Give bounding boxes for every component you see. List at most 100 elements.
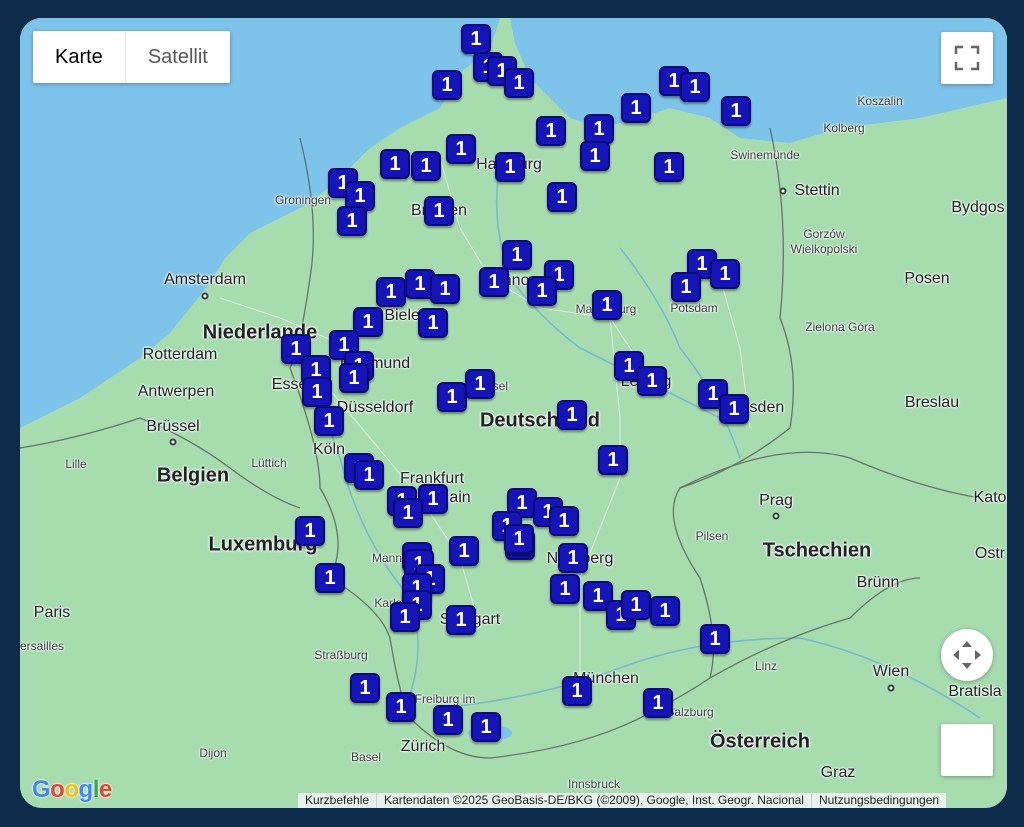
map-marker[interactable]: 1 xyxy=(550,574,580,604)
label-wielkopolski: Wielkopolski xyxy=(790,242,858,256)
map-marker[interactable]: 1 xyxy=(549,506,579,536)
map-marker[interactable]: 1 xyxy=(446,134,476,164)
map-marker[interactable]: 1 xyxy=(719,394,749,424)
map-marker[interactable]: 1 xyxy=(386,692,416,722)
label-tschechien: Tschechien xyxy=(762,539,872,562)
map-marker[interactable]: 1 xyxy=(592,290,622,320)
label-antwerpen: Antwerpen xyxy=(137,383,215,400)
map-marker[interactable]: 1 xyxy=(430,274,460,304)
map-marker[interactable]: 1 xyxy=(504,524,534,554)
map-marker[interactable]: 1 xyxy=(621,590,651,620)
map-marker[interactable]: 1 xyxy=(471,712,501,742)
map-marker[interactable]: 1 xyxy=(562,676,592,706)
map-marker[interactable]: 1 xyxy=(337,206,367,236)
map-marker[interactable]: 1 xyxy=(315,563,345,593)
label-lille: Lille xyxy=(65,457,87,471)
label-swinemuende: Swinemünde xyxy=(730,148,800,162)
label-strassburg: Straßburg xyxy=(314,648,368,662)
map-marker[interactable]: 1 xyxy=(411,151,441,181)
map-marker[interactable]: 1 xyxy=(527,276,557,306)
map-marker[interactable]: 1 xyxy=(621,93,651,123)
map-marker[interactable]: 1 xyxy=(314,406,344,436)
city-dot xyxy=(201,292,209,300)
label-zielona: Zielona Góra xyxy=(805,320,875,334)
map-marker[interactable]: 1 xyxy=(393,498,423,528)
map-marker[interactable]: 1 xyxy=(446,605,476,635)
city-dot xyxy=(887,684,895,692)
label-stettin: Stettin xyxy=(794,182,840,199)
label-belgien: Belgien xyxy=(156,464,230,487)
label-freiburg: Freiburg im xyxy=(414,692,476,706)
label-bruessel: Brüssel xyxy=(146,418,200,435)
city-dot xyxy=(169,438,177,446)
label-luettich: Lüttich xyxy=(251,456,287,470)
label-gorzow: Gorzów xyxy=(803,227,845,241)
map-marker[interactable]: 1 xyxy=(465,369,495,399)
map-marker[interactable]: 1 xyxy=(547,182,577,212)
map-marker[interactable]: 1 xyxy=(580,141,610,171)
label-dijon: Dijon xyxy=(199,746,227,760)
map-marker[interactable]: 1 xyxy=(710,259,740,289)
map-type-satellite-button[interactable]: Satellit xyxy=(124,31,230,83)
label-linz: Linz xyxy=(754,659,778,673)
map-marker[interactable]: 1 xyxy=(433,705,463,735)
map-marker[interactable]: 1 xyxy=(700,624,730,654)
map-marker[interactable]: 1 xyxy=(637,366,667,396)
map-frame[interactable]: Niederlande Belgien Luxemburg Deutschlan… xyxy=(20,18,1007,808)
label-basel: Basel xyxy=(350,750,382,764)
map-marker[interactable]: 1 xyxy=(295,516,325,546)
label-pilsen: Pilsen xyxy=(695,529,729,543)
terms-link[interactable]: Nutzungsbedingungen xyxy=(810,793,946,808)
label-bruenn: Brünn xyxy=(856,574,900,591)
map-marker[interactable]: 1 xyxy=(584,114,614,144)
map-marker[interactable]: 1 xyxy=(479,267,509,297)
camera-control-button[interactable] xyxy=(941,629,993,681)
map-marker[interactable]: 1 xyxy=(643,688,673,718)
map-marker[interactable]: 1 xyxy=(671,272,701,302)
map-marker[interactable]: 1 xyxy=(557,400,587,430)
label-bydgoszcz: Bydgos xyxy=(951,199,1005,216)
label-innsbruck: Innsbruck xyxy=(567,777,621,791)
map-marker[interactable]: 1 xyxy=(380,149,410,179)
map-marker[interactable]: 1 xyxy=(432,70,462,100)
map-marker[interactable]: 1 xyxy=(418,308,448,338)
label-salzburg: Salzburg xyxy=(666,705,714,719)
map-marker[interactable]: 1 xyxy=(495,152,525,182)
map-marker[interactable]: 1 xyxy=(598,445,628,475)
map-marker[interactable]: 1 xyxy=(390,602,420,632)
map-marker[interactable]: 1 xyxy=(650,596,680,626)
label-bratislava: Bratisla xyxy=(948,683,1002,700)
shortcuts-link[interactable]: Kurzbefehle xyxy=(298,793,376,808)
map-marker[interactable]: 1 xyxy=(302,377,332,407)
map-marker[interactable]: 1 xyxy=(461,24,491,54)
map-marker[interactable]: 1 xyxy=(502,240,532,270)
map-marker[interactable]: 1 xyxy=(558,543,588,573)
label-paris: Paris xyxy=(33,604,71,621)
camera-control-icon xyxy=(953,641,981,669)
map-footer: Kurzbefehle Kartendaten ©2025 GeoBasis-D… xyxy=(298,793,947,808)
label-wien: Wien xyxy=(872,663,910,680)
label-breslau: Breslau xyxy=(904,394,960,411)
map-marker[interactable]: 1 xyxy=(449,536,479,566)
map-marker[interactable]: 1 xyxy=(680,72,710,102)
map-marker[interactable]: 1 xyxy=(339,363,369,393)
label-ostrau: Ostr xyxy=(974,545,1006,562)
map-marker[interactable]: 1 xyxy=(536,116,566,146)
label-groningen: Groningen xyxy=(274,193,332,207)
map-type-map-button[interactable]: Karte xyxy=(33,31,125,83)
fullscreen-icon xyxy=(954,45,980,71)
pegman-button[interactable] xyxy=(941,724,993,776)
label-koszalin: Koszalin xyxy=(857,94,903,108)
map-marker[interactable]: 1 xyxy=(424,196,454,226)
map-marker[interactable]: 1 xyxy=(654,152,684,182)
attribution-text: Kartendaten ©2025 GeoBasis-DE/BKG (©2009… xyxy=(376,793,811,808)
map-marker[interactable]: 1 xyxy=(437,382,467,412)
fullscreen-button[interactable] xyxy=(941,32,993,84)
map-marker[interactable]: 1 xyxy=(350,673,380,703)
label-duesseldorf: Düsseldorf xyxy=(336,399,414,416)
label-amsterdam: Amsterdam xyxy=(164,271,246,288)
map-marker[interactable]: 1 xyxy=(376,277,406,307)
map-marker[interactable]: 1 xyxy=(504,68,534,98)
map-marker[interactable]: 1 xyxy=(354,460,384,490)
map-marker[interactable]: 1 xyxy=(721,96,751,126)
